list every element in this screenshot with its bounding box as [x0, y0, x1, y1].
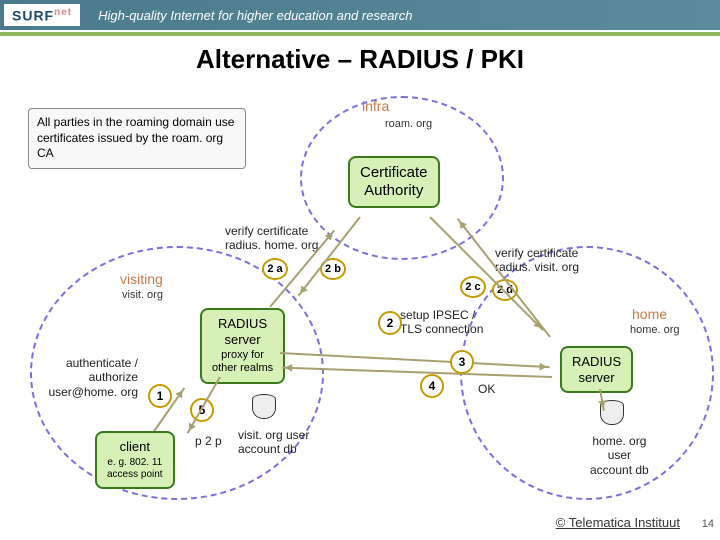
diagram-stage: Alternative – RADIUS / PKI All parties i… [0, 36, 720, 536]
infra-sub: roam. org [385, 118, 432, 130]
client-box: client e. g. 802. 11 access point [95, 431, 175, 489]
tagline: High-quality Internet for higher educati… [98, 8, 412, 23]
logo: SURFnet [4, 4, 80, 27]
home-label: home [632, 306, 667, 322]
p2p-label: p 2 p [195, 434, 222, 448]
infra-label: infra [362, 98, 389, 114]
setup-ipsec-label: setup IPSEC / TLS connection [400, 308, 483, 337]
page-number: 14 [702, 518, 714, 530]
note-box: All parties in the roaming domain use ce… [28, 108, 246, 169]
home-sub: home. org [630, 324, 680, 336]
radius-home-box: RADIUS server [560, 346, 633, 393]
step-2: 2 [378, 311, 402, 335]
verify-home-label: verify certificate radius. home. org [225, 224, 318, 253]
db-home-label: home. org user account db [590, 434, 649, 477]
db-visit-label: visit. org user account db [238, 428, 309, 457]
db-visit-icon [252, 394, 274, 420]
ok-label: OK [478, 382, 495, 396]
step-2c: 2 c [460, 276, 486, 298]
footer-credit: © Telematica Instituut [556, 515, 680, 530]
visiting-label: visiting [120, 271, 163, 287]
step-1: 1 [148, 384, 172, 408]
logo-sup: net [54, 7, 72, 18]
step-2a: 2 a [262, 258, 288, 280]
auth-label: authenticate / authorize user@home. org [38, 356, 138, 399]
header-bar: SURFnet High-quality Internet for higher… [0, 0, 720, 30]
logo-main: SURF [12, 7, 54, 23]
step-4: 4 [420, 374, 444, 398]
step-3: 3 [450, 350, 474, 374]
ca-box: Certificate Authority [348, 156, 440, 208]
verify-visit-label: verify certificate radius. visit. org [495, 246, 579, 275]
slide-title: Alternative – RADIUS / PKI [0, 44, 720, 75]
radius-visit-box: RADIUS server proxy for other realms [200, 308, 285, 384]
visiting-sub: visit. org [122, 289, 163, 301]
